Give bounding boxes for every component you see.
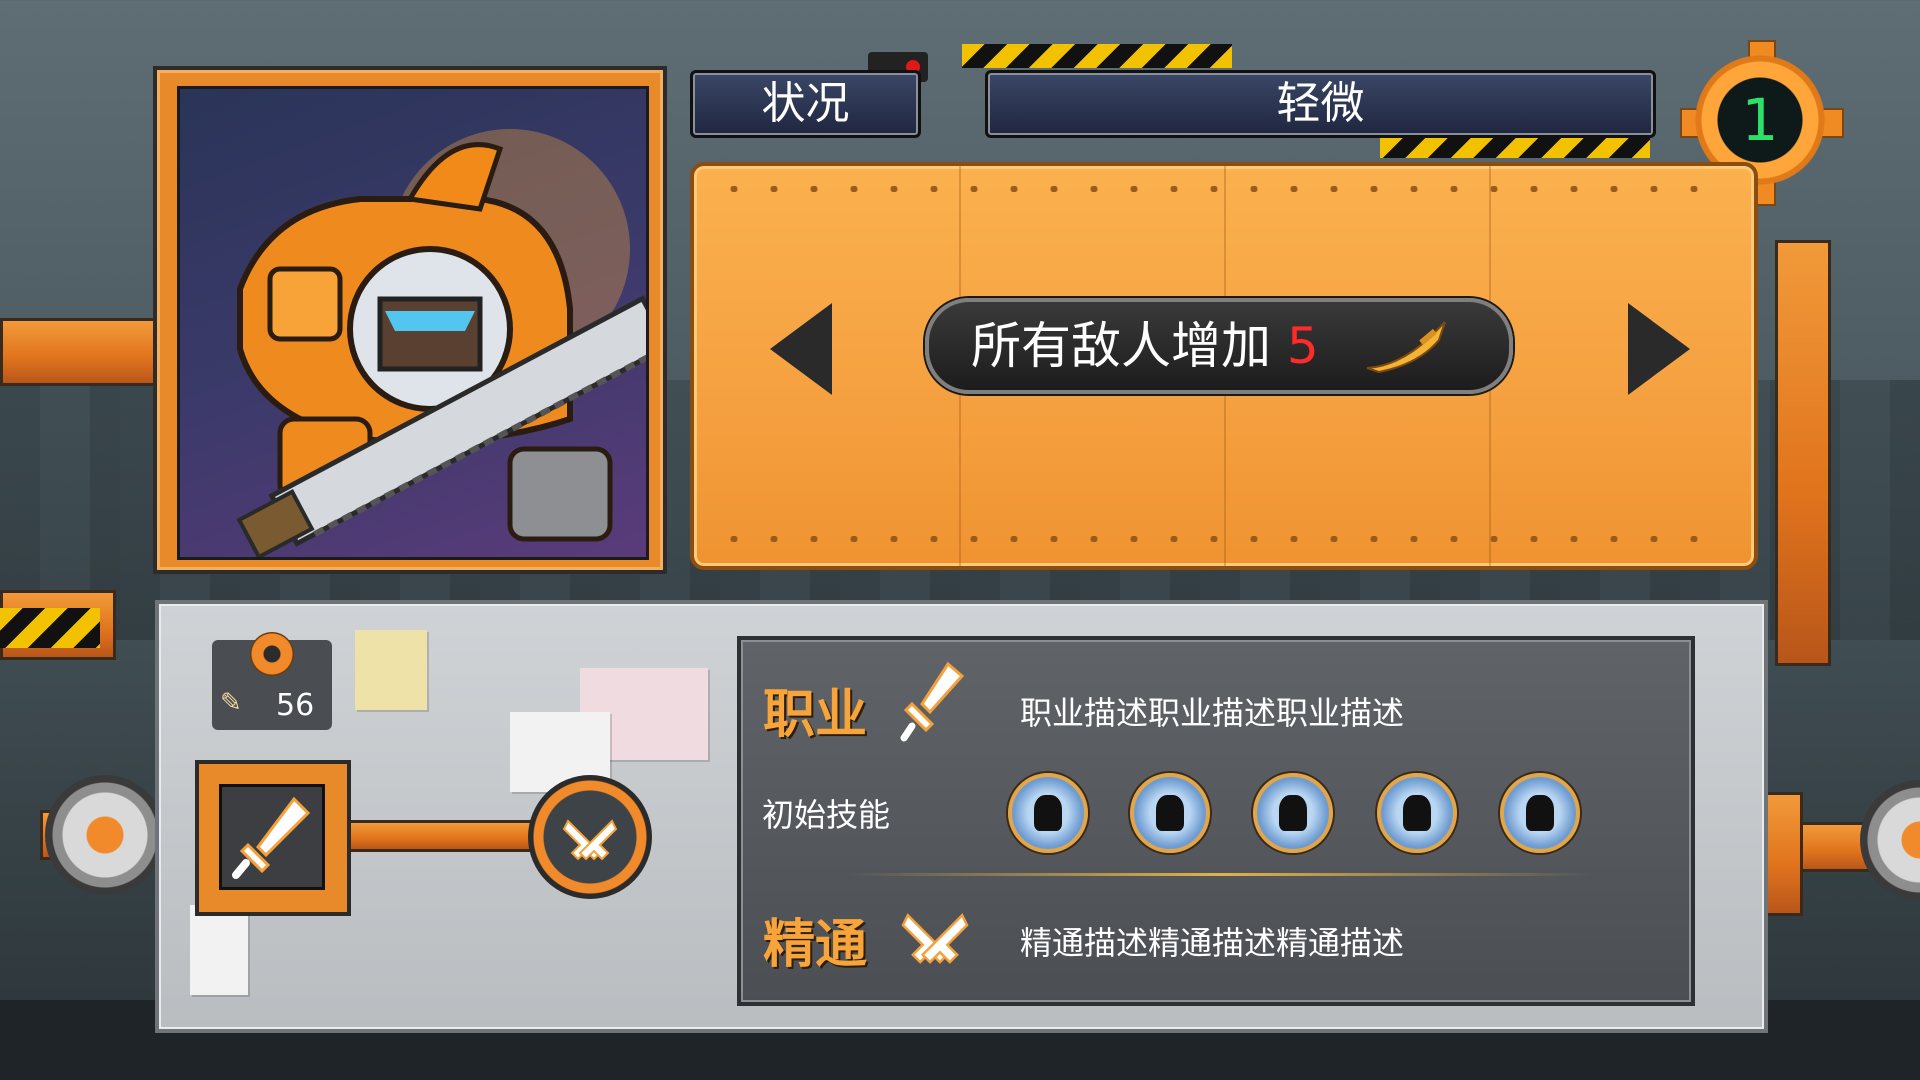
scroll-icon: ✎	[220, 688, 242, 718]
status-level: 轻微	[985, 70, 1656, 138]
skill-slot-2[interactable]	[1130, 773, 1210, 853]
warrior-silhouette-icon	[1156, 795, 1184, 831]
mastery-node[interactable]	[528, 775, 652, 899]
section-divider	[850, 873, 1590, 876]
resource-count: 56	[276, 688, 315, 723]
sticky-note	[355, 630, 427, 710]
warrior-silhouette-icon	[1034, 795, 1062, 831]
sword-icon	[232, 796, 311, 879]
next-arrow-button[interactable]	[1628, 303, 1690, 395]
skill-slot-1[interactable]	[1008, 773, 1088, 853]
robot-knight-illustration	[236, 129, 646, 557]
warrior-silhouette-icon	[1526, 795, 1554, 831]
right-vertical-pipe	[1775, 240, 1831, 666]
character-portrait-frame	[153, 66, 667, 574]
effect-text: 所有敌人增加	[971, 317, 1271, 375]
crossed-pistols-icon	[562, 819, 618, 861]
mastery-label: 精通	[763, 915, 868, 975]
profession-chip[interactable]	[195, 760, 351, 916]
crossed-pistols-icon	[901, 913, 969, 964]
effect-text-line: 所有敌人增加 5	[971, 302, 1319, 390]
connector-pipe	[340, 820, 546, 852]
skill-slot-3[interactable]	[1253, 773, 1333, 853]
skill-slot-5[interactable]	[1500, 773, 1580, 853]
header-hazard-bottom	[1380, 138, 1650, 158]
starting-skills-label: 初始技能	[762, 796, 891, 834]
effect-value: 5	[1286, 317, 1319, 375]
skill-slot-4[interactable]	[1377, 773, 1457, 853]
character-portrait	[177, 86, 649, 560]
left-hazard-stripe	[0, 608, 100, 648]
previous-arrow-button[interactable]	[770, 303, 832, 395]
resource-counter: ✎ 56	[212, 632, 332, 730]
left-upper-pipe	[0, 318, 156, 386]
status-label: 状况	[690, 70, 921, 138]
right-wheel	[1860, 780, 1920, 900]
board-rivets-bottom	[714, 536, 1724, 542]
warrior-silhouette-icon	[1403, 795, 1431, 831]
profession-label: 职业	[763, 685, 868, 745]
profession-description: 职业描述职业描述职业描述	[1020, 694, 1405, 732]
scimitar-icon	[1366, 321, 1446, 374]
warrior-silhouette-icon	[1279, 795, 1307, 831]
mastery-description: 精通描述精通描述精通描述	[1020, 924, 1405, 962]
header-hazard-top	[962, 44, 1232, 68]
sword-icon	[900, 661, 965, 742]
chip-core	[219, 784, 325, 890]
board-rivets-top	[714, 186, 1724, 192]
effect-description: 所有敌人增加 5	[925, 298, 1513, 394]
left-wheel	[45, 775, 165, 895]
gear-icon	[250, 632, 294, 676]
sticky-note	[190, 905, 248, 995]
